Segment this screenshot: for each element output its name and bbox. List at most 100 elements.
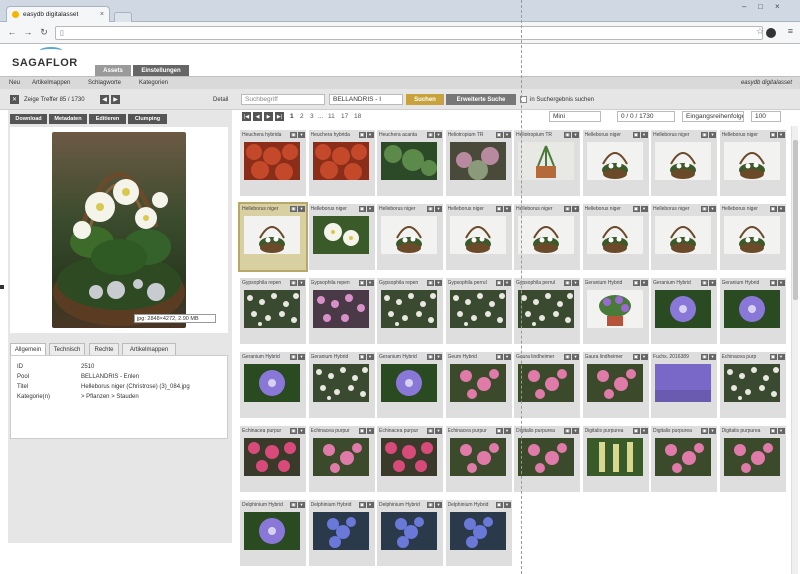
- tile-menu-icon[interactable]: ▾: [298, 280, 305, 286]
- tile-thumbnail[interactable]: [312, 438, 369, 476]
- tab-artikelmappen[interactable]: Artikelmappen: [122, 343, 176, 355]
- tile-menu-icon[interactable]: ▾: [709, 428, 716, 434]
- tile-select-icon[interactable]: ▣: [358, 280, 366, 286]
- last-page-icon[interactable]: ▶|: [275, 112, 284, 121]
- tile-menu-icon[interactable]: ▾: [366, 354, 374, 360]
- tile-menu-icon[interactable]: ▾: [709, 354, 716, 360]
- download-button[interactable]: Download: [10, 114, 47, 124]
- tile-menu-icon[interactable]: ▾: [298, 428, 305, 434]
- url-input[interactable]: ▯: [55, 26, 763, 40]
- asset-tile[interactable]: Helleborus niger ▣ ▾: [238, 202, 308, 272]
- tile-select-icon[interactable]: ▣: [495, 280, 503, 286]
- asset-tile[interactable]: Geranium Hybrid ▣ ▾: [582, 278, 649, 344]
- tab-assets[interactable]: Assets: [95, 65, 131, 76]
- tile-select-icon[interactable]: ▣: [290, 280, 297, 286]
- tile-menu-icon[interactable]: ▾: [640, 206, 648, 212]
- tile-thumbnail[interactable]: [312, 290, 369, 328]
- asset-tile[interactable]: Digitalis purpurea ▣ ▾: [719, 426, 786, 492]
- search-input[interactable]: Suchbegriff: [241, 94, 325, 105]
- tile-menu-icon[interactable]: ▾: [503, 428, 511, 434]
- tile-menu-icon[interactable]: ▾: [366, 280, 374, 286]
- asset-tile[interactable]: Heuchera hybrida ▣ ▾: [240, 130, 306, 196]
- tile-select-icon[interactable]: ▣: [564, 354, 571, 360]
- tile-menu-icon[interactable]: ▾: [503, 206, 511, 212]
- next-hit-icon[interactable]: ▶: [111, 95, 120, 104]
- tile-select-icon[interactable]: ▣: [632, 132, 640, 138]
- tile-select-icon[interactable]: ▣: [427, 428, 434, 434]
- tile-select-icon[interactable]: ▣: [769, 280, 777, 286]
- tile-thumbnail[interactable]: [586, 438, 643, 476]
- tile-select-icon[interactable]: ▣: [632, 428, 640, 434]
- scrollbar-thumb[interactable]: [793, 140, 798, 300]
- per-page-select[interactable]: 100: [751, 111, 781, 122]
- tile-thumbnail[interactable]: [381, 438, 437, 476]
- tab-einstellungen[interactable]: Einstellungen: [133, 65, 189, 76]
- tile-select-icon[interactable]: ▣: [632, 354, 640, 360]
- tile-thumbnail[interactable]: [244, 364, 300, 402]
- tile-menu-icon[interactable]: ▾: [572, 132, 579, 138]
- asset-tile[interactable]: Fuchs. 2016389 ▣ ▾: [651, 352, 717, 418]
- advanced-search-button[interactable]: Erweiterte Suche: [446, 94, 516, 105]
- tile-thumbnail[interactable]: [586, 142, 643, 180]
- tile-thumbnail[interactable]: [312, 364, 369, 402]
- tile-thumbnail[interactable]: [518, 438, 574, 476]
- tile-select-icon[interactable]: ▣: [632, 206, 640, 212]
- asset-tile[interactable]: Heliotropium TR ▣ ▾: [514, 130, 580, 196]
- tile-thumbnail[interactable]: [655, 364, 711, 402]
- tile-menu-icon[interactable]: ▾: [572, 280, 579, 286]
- edit-button[interactable]: Editieren: [89, 114, 126, 124]
- asset-tile[interactable]: Gypsophila perrul ▣ ▾: [514, 278, 580, 344]
- search-button[interactable]: Suchen: [406, 94, 444, 105]
- tile-select-icon[interactable]: ▣: [701, 354, 708, 360]
- asset-tile[interactable]: Helleborus niger ▣ ▾: [582, 130, 649, 196]
- tile-menu-icon[interactable]: ▾: [298, 354, 305, 360]
- tile-thumbnail[interactable]: [518, 216, 574, 254]
- asset-tile[interactable]: Heliotropium TR ▣ ▾: [445, 130, 512, 196]
- first-page-icon[interactable]: |◀: [242, 112, 251, 121]
- browser-tab[interactable]: easydb digitalasset ×: [6, 6, 110, 22]
- metadata-button[interactable]: Metadaten: [49, 114, 87, 124]
- tile-thumbnail[interactable]: [449, 364, 506, 402]
- tile-select-icon[interactable]: ▣: [358, 206, 366, 212]
- tile-thumbnail[interactable]: [449, 438, 506, 476]
- tile-thumbnail[interactable]: [518, 290, 574, 328]
- tile-select-icon[interactable]: ▣: [769, 206, 777, 212]
- tile-thumbnail[interactable]: [244, 142, 300, 180]
- page-3[interactable]: 3: [310, 113, 314, 120]
- tile-menu-icon[interactable]: ▾: [435, 502, 442, 508]
- tile-select-icon[interactable]: ▣: [701, 206, 708, 212]
- tile-select-icon[interactable]: ▣: [769, 132, 777, 138]
- tile-menu-icon[interactable]: ▾: [640, 280, 648, 286]
- asset-tile[interactable]: Geranium Hybrid ▣ ▾: [651, 278, 717, 344]
- tile-menu-icon[interactable]: ▾: [435, 132, 442, 138]
- asset-tile[interactable]: Gypsophila perrul ▣ ▾: [445, 278, 512, 344]
- prev-hit-icon[interactable]: ◀: [100, 95, 109, 104]
- tile-menu-icon[interactable]: ▾: [777, 206, 785, 212]
- tile-menu-icon[interactable]: ▾: [709, 206, 716, 212]
- tile-menu-icon[interactable]: ▾: [777, 428, 785, 434]
- tile-thumbnail[interactable]: [312, 512, 369, 550]
- maximize-button[interactable]: □: [758, 2, 763, 11]
- tile-thumbnail[interactable]: [723, 142, 780, 180]
- asset-tile[interactable]: Helleborus niger ▣ ▾: [582, 204, 649, 270]
- tile-select-icon[interactable]: ▣: [564, 206, 571, 212]
- tile-select-icon[interactable]: ▣: [358, 132, 366, 138]
- tab-rechte[interactable]: Rechte: [89, 343, 119, 355]
- tile-thumbnail[interactable]: [381, 512, 437, 550]
- tile-thumbnail[interactable]: [381, 364, 437, 402]
- page-11[interactable]: 11: [328, 113, 335, 120]
- tile-menu-icon[interactable]: ▾: [709, 280, 716, 286]
- page-18[interactable]: 18: [354, 113, 361, 120]
- tile-menu-icon[interactable]: ▾: [298, 502, 305, 508]
- nav-kategorien[interactable]: Kategorien: [139, 80, 168, 86]
- tile-menu-icon[interactable]: ▾: [366, 132, 374, 138]
- tile-select-icon[interactable]: ▣: [701, 280, 708, 286]
- tile-menu-icon[interactable]: ▾: [572, 206, 579, 212]
- tile-select-icon[interactable]: ▣: [427, 206, 434, 212]
- asset-tile[interactable]: Echinacea purpur ▣ ▾: [240, 426, 306, 492]
- tile-menu-icon[interactable]: ▾: [777, 280, 785, 286]
- minimize-button[interactable]: –: [742, 2, 746, 11]
- asset-tile[interactable]: Delphinium Hybrid ▣ ▾: [240, 500, 306, 566]
- page-2[interactable]: 2: [300, 113, 304, 120]
- tile-select-icon[interactable]: ▣: [564, 132, 571, 138]
